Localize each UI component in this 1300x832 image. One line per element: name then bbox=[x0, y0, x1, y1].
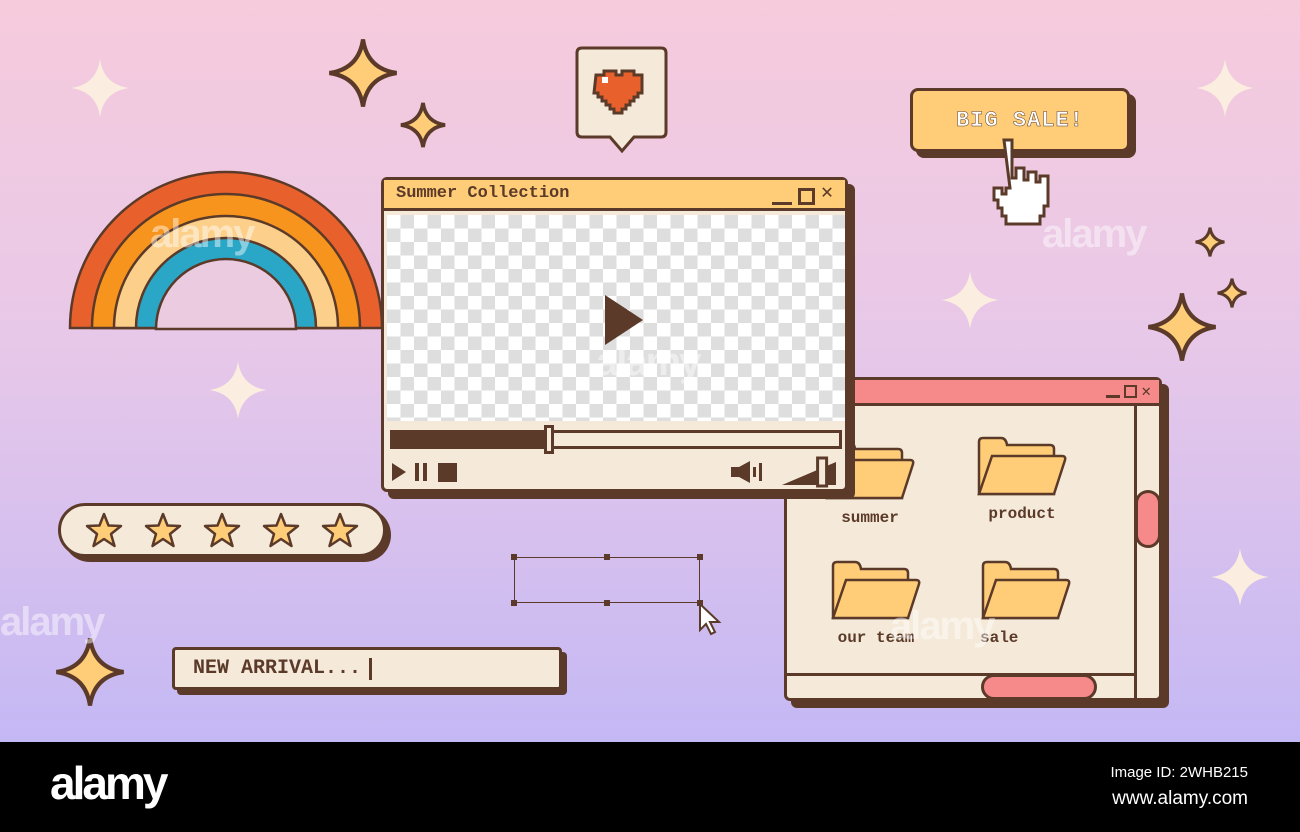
horizontal-scroll-thumb[interactable] bbox=[981, 674, 1097, 700]
sparkle-icon bbox=[71, 59, 129, 117]
illustration-canvas: BIG SALE! ✕ summer product our team sale bbox=[0, 0, 1300, 742]
big-sale-label: BIG SALE! bbox=[956, 107, 1084, 133]
star-icon[interactable] bbox=[85, 512, 123, 548]
close-icon[interactable]: ✕ bbox=[1141, 382, 1151, 402]
watermark: alamy bbox=[1042, 212, 1147, 256]
folder-label: summer bbox=[841, 509, 899, 527]
vertical-scroll-thumb[interactable] bbox=[1135, 490, 1161, 548]
sparkle-icon bbox=[55, 637, 125, 707]
sparkle-icon bbox=[1195, 227, 1225, 257]
progress-fill bbox=[393, 433, 550, 446]
watermark: alamy bbox=[150, 212, 255, 256]
sparkle-icon bbox=[209, 361, 267, 419]
play-icon[interactable] bbox=[391, 462, 407, 482]
footer-logo: alamy bbox=[50, 757, 168, 809]
like-notification-icon bbox=[575, 46, 668, 154]
video-preview[interactable] bbox=[387, 215, 845, 421]
resize-handle[interactable] bbox=[511, 554, 517, 560]
watermark: alamy bbox=[0, 600, 105, 644]
sparkle-icon bbox=[328, 38, 398, 108]
folder-label: sale bbox=[980, 629, 1019, 647]
text-cursor-icon bbox=[369, 657, 373, 680]
star-icon[interactable] bbox=[144, 512, 182, 548]
folder-icon bbox=[981, 560, 1071, 620]
video-player-window: Summer Collection ✕ bbox=[381, 177, 848, 492]
resize-handle[interactable] bbox=[511, 600, 517, 606]
vertical-scrollbar[interactable] bbox=[1134, 406, 1161, 698]
new-arrival-input[interactable]: NEW ARRIVAL... bbox=[172, 647, 562, 690]
horizontal-scrollbar[interactable] bbox=[787, 673, 1134, 700]
selection-rectangle[interactable] bbox=[511, 554, 703, 606]
folder-icon bbox=[977, 436, 1067, 496]
pause-icon[interactable] bbox=[414, 462, 428, 482]
footer-url: www.alamy.com bbox=[1112, 788, 1248, 809]
sparkle-icon bbox=[400, 102, 446, 148]
maximize-icon[interactable] bbox=[1124, 385, 1138, 398]
sparkle-icon bbox=[1217, 278, 1247, 308]
arrow-cursor-icon bbox=[699, 602, 722, 636]
image-id: Image ID: 2WHB215 bbox=[1110, 764, 1248, 781]
volume-icon[interactable] bbox=[730, 460, 764, 484]
close-icon[interactable]: ✕ bbox=[821, 183, 833, 205]
star-icon[interactable] bbox=[262, 512, 300, 548]
resize-handle[interactable] bbox=[604, 554, 610, 560]
big-play-icon[interactable] bbox=[603, 293, 645, 347]
minimize-icon[interactable] bbox=[1106, 382, 1121, 398]
volume-handle[interactable] bbox=[816, 456, 829, 488]
footer-bar: alamy Image ID: 2WHB215 www.alamy.com bbox=[0, 742, 1300, 832]
video-window-title: Summer Collection bbox=[396, 184, 570, 203]
folder-product[interactable]: product bbox=[976, 436, 1068, 523]
sparkle-icon bbox=[1196, 59, 1254, 117]
volume-slider[interactable] bbox=[780, 456, 838, 488]
sparkle-icon bbox=[941, 271, 999, 329]
folder-label: product bbox=[988, 505, 1056, 523]
input-value: NEW ARRIVAL... bbox=[193, 657, 362, 680]
star-icon[interactable] bbox=[203, 512, 241, 548]
watermark: alamy bbox=[890, 604, 995, 648]
star-icon[interactable] bbox=[321, 512, 359, 548]
star-rating[interactable] bbox=[58, 503, 386, 557]
resize-handle[interactable] bbox=[697, 554, 703, 560]
minimize-icon[interactable] bbox=[771, 185, 792, 205]
progress-bar[interactable] bbox=[390, 425, 842, 454]
folder-sale[interactable]: sale bbox=[980, 560, 1072, 647]
watermark: alamy bbox=[596, 340, 701, 384]
maximize-icon[interactable] bbox=[797, 188, 815, 205]
sparkle-icon bbox=[1211, 548, 1269, 606]
progress-handle[interactable] bbox=[544, 425, 555, 454]
resize-handle[interactable] bbox=[604, 600, 610, 606]
stop-icon[interactable] bbox=[437, 462, 458, 482]
sparkle-icon bbox=[1147, 292, 1217, 362]
